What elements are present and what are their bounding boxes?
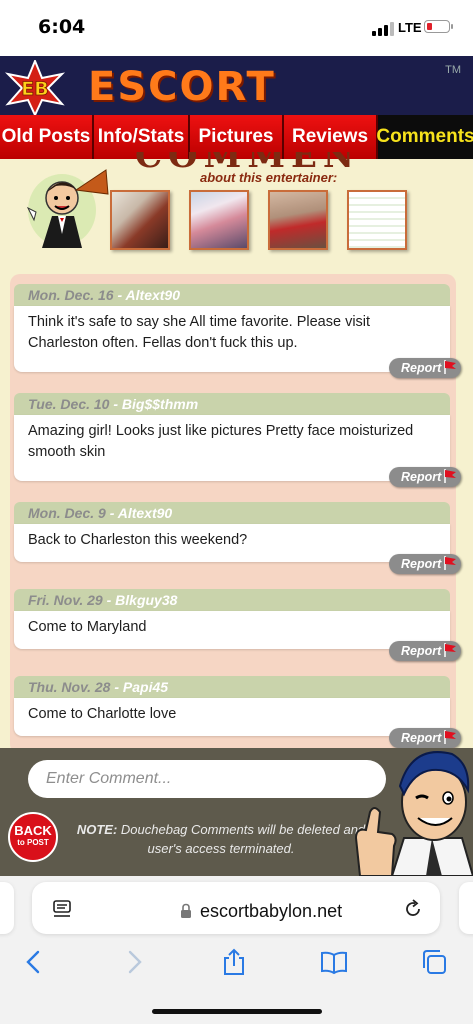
comment-username: Blkguy38 (115, 592, 178, 608)
eb-badge-text: EB (21, 78, 48, 100)
comment-username: Altext90 (117, 505, 173, 521)
home-indicator (152, 1009, 322, 1014)
comment-item: Tue. Dec. 10 - Big$$thmm Amazing girl! L… (14, 393, 450, 481)
comment-item: Mon. Dec. 9 - Altext90 Back to Charlesto… (14, 502, 450, 562)
comment-text: Come to Charlotte love (14, 698, 450, 736)
signal-icon (372, 22, 394, 36)
comment-item: Fri. Nov. 29 - Blkguy38 Come to Maryland (14, 589, 450, 649)
tab-old-posts[interactable]: Old Posts (0, 115, 94, 159)
comment-date: Fri. Nov. 29 (28, 592, 103, 608)
forward-icon[interactable] (120, 948, 148, 976)
comment-header: Tue. Dec. 10 - Big$$thmm (14, 393, 450, 415)
url-text: escortbabylon.net (200, 901, 343, 921)
winking-thumbs-up-mascot-icon (354, 751, 473, 876)
report-button[interactable]: Report (389, 358, 461, 378)
comments-subheading: about this entertainer: (200, 170, 338, 185)
battery-icon (424, 20, 453, 33)
comment-username: Altext90 (125, 287, 180, 303)
comment-text: Back to Charleston this weekend? (14, 524, 450, 562)
flag-icon (444, 730, 456, 744)
comment-username: Big$$thmm (121, 396, 199, 412)
to-post-label: to POST (17, 838, 49, 847)
report-label: Report (401, 361, 442, 375)
report-button[interactable]: Report (389, 641, 461, 661)
comment-date: Mon. Dec. 16 (28, 287, 114, 303)
eb-logo-icon: EB (4, 60, 66, 116)
comment-header: Mon. Dec. 9 - Altext90 (14, 502, 450, 524)
flag-icon (444, 360, 456, 374)
comment-header: Fri. Nov. 29 - Blkguy38 (14, 589, 450, 611)
photo-thumbnail-1[interactable] (110, 190, 170, 250)
site-title: ESCORT BABYLON (88, 64, 310, 118)
note-text: Douchebag Comments will be deleted and u… (120, 822, 366, 856)
report-label: Report (401, 470, 442, 484)
report-label: Report (401, 644, 442, 658)
comment-header: Thu. Nov. 28 - Papi45 (14, 676, 450, 698)
photo-thumbnail-3[interactable] (268, 190, 328, 250)
comment-text: Think it's safe to say she All time favo… (14, 306, 450, 372)
comment-header: Mon. Dec. 16 - Altext90 (14, 284, 450, 306)
comment-date: Tue. Dec. 10 (28, 396, 110, 412)
network-label: LTE (398, 20, 422, 35)
previous-tab-pill[interactable] (0, 882, 14, 934)
back-label: BACK (14, 823, 52, 838)
comment-item: Thu. Nov. 28 - Papi45 Come to Charlotte … (14, 676, 450, 736)
status-bar: 6:04 LTE (0, 0, 473, 56)
tab-comments[interactable]: Comments (376, 115, 473, 159)
photo-thumbnail-2[interactable] (189, 190, 249, 250)
lock-icon (181, 903, 191, 918)
share-icon[interactable] (220, 948, 248, 976)
comment-date: Mon. Dec. 9 (28, 505, 106, 521)
browser-toolbar: escortbabylon.net (0, 876, 473, 1024)
back-to-post-button[interactable]: BACK to POST (8, 812, 58, 862)
review-thumbnail[interactable] (347, 190, 407, 250)
reader-mode-icon[interactable] (52, 899, 72, 919)
report-button[interactable]: Report (389, 467, 461, 487)
trademark: TM (445, 64, 461, 76)
flag-icon (444, 643, 456, 657)
comment-text: Come to Maryland (14, 611, 450, 649)
status-time: 6:04 (38, 16, 86, 38)
comment-composer: BACK to POST NOTE: Douchebag Comments wi… (0, 748, 473, 876)
tabs-icon[interactable] (420, 948, 448, 976)
comment-date: Thu. Nov. 28 (28, 679, 111, 695)
report-button[interactable]: Report (389, 728, 461, 748)
address-bar[interactable]: escortbabylon.net (32, 882, 440, 934)
report-label: Report (401, 731, 442, 745)
moderation-note: NOTE: Douchebag Comments will be deleted… (76, 820, 366, 858)
report-button[interactable]: Report (389, 554, 461, 574)
flag-icon (444, 469, 456, 483)
comment-input[interactable] (28, 760, 386, 798)
note-label: NOTE: (76, 822, 118, 837)
reload-icon[interactable] (402, 898, 424, 920)
megaphone-mascot-icon (26, 169, 109, 248)
next-tab-pill[interactable] (459, 882, 473, 934)
site-banner[interactable]: EB ESCORT BABYLON TM (0, 56, 473, 118)
comment-item: Mon. Dec. 16 - Altext90 Think it's safe … (14, 284, 450, 372)
flag-icon (444, 556, 456, 570)
comment-username: Papi45 (122, 679, 169, 695)
comment-text: Amazing girl! Looks just like pictures P… (14, 415, 450, 481)
bookmarks-icon[interactable] (320, 948, 348, 976)
back-icon[interactable] (20, 948, 48, 976)
report-label: Report (401, 557, 442, 571)
